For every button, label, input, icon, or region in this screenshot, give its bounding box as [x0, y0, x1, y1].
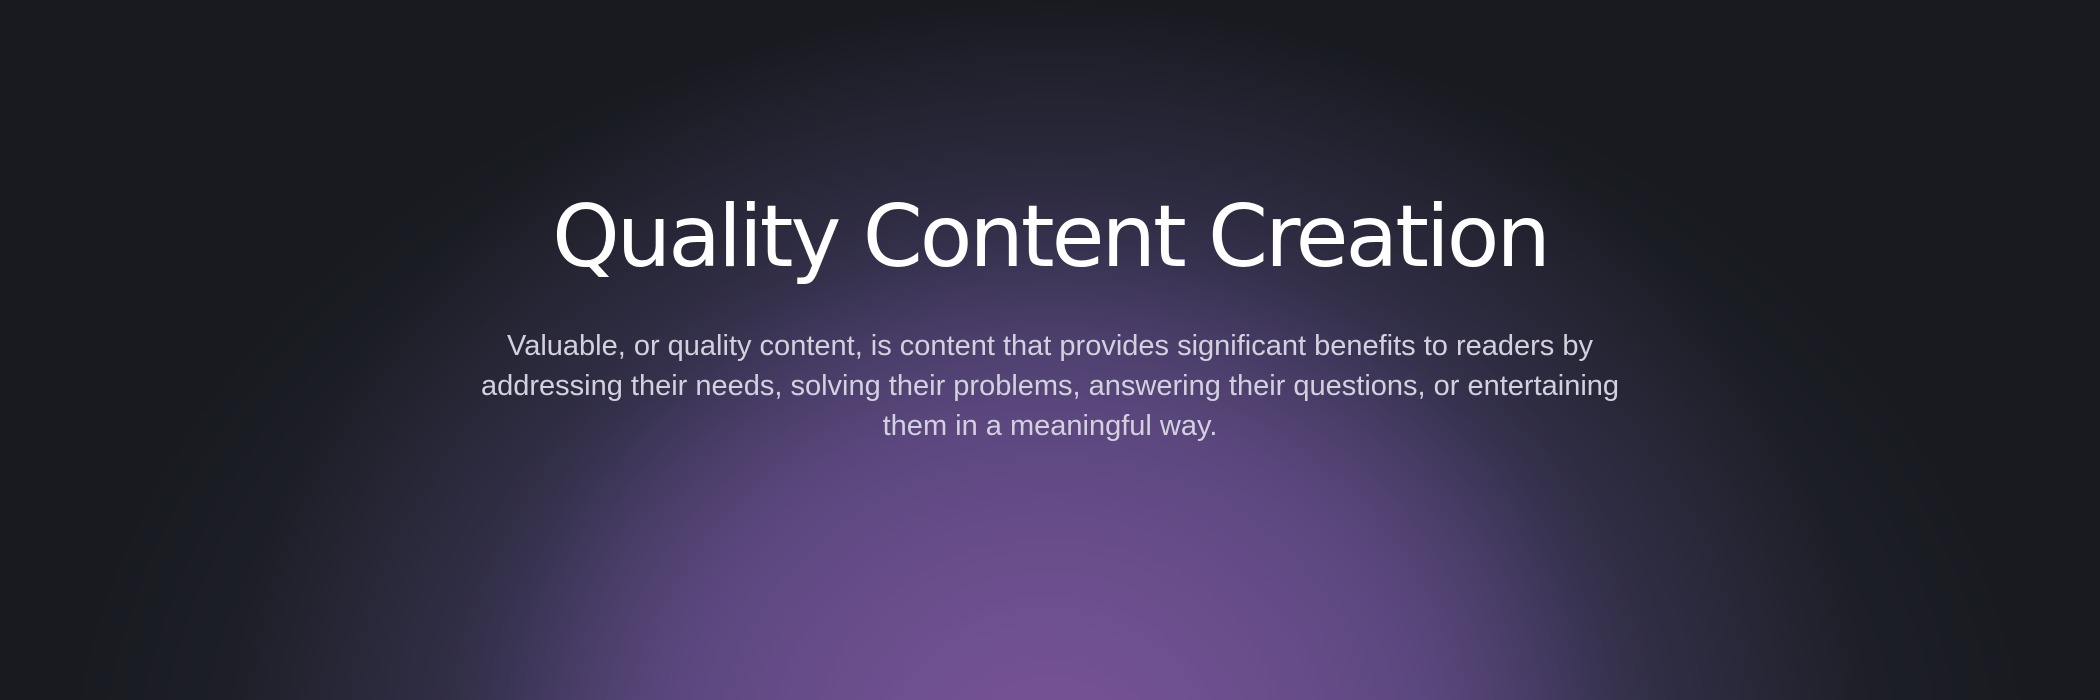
- hero-section: Quality Content Creation Valuable, or qu…: [0, 0, 2100, 700]
- hero-title: Quality Content Creation: [552, 187, 1551, 287]
- hero-description: Valuable, or quality content, is content…: [480, 330, 1620, 442]
- hero-content: Quality Content Creation Valuable, or qu…: [0, 0, 2100, 446]
